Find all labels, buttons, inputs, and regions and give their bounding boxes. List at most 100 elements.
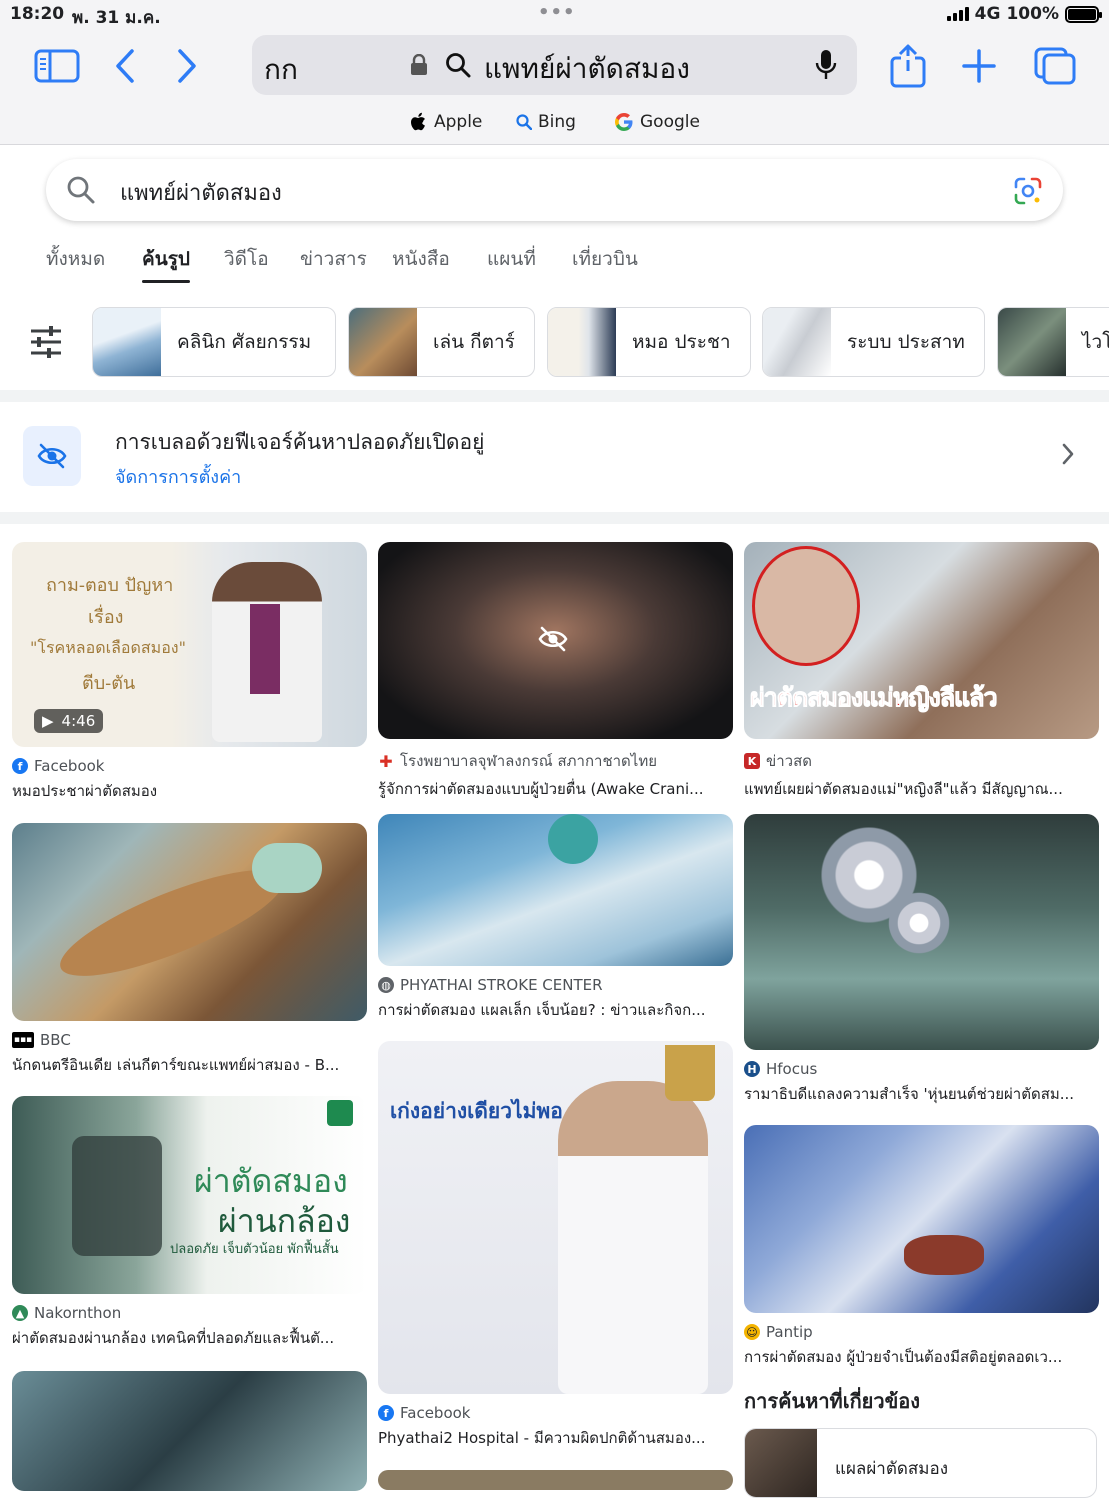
chevron-right-icon[interactable] <box>1061 442 1075 470</box>
tab-all[interactable]: ทั้งหมด <box>46 244 105 274</box>
result-thumbnail[interactable] <box>378 1470 733 1490</box>
text-size-button[interactable]: กก <box>264 48 298 92</box>
tab-books[interactable]: หนังสือ <box>392 244 450 274</box>
url-text[interactable]: แพทย์ผ่าตัดสมอง <box>484 47 690 91</box>
image-result[interactable]: ☺ Pantip การผ่าตัดสมอง ผู้ป่วยจำเป็นต้องม… <box>744 1125 1099 1369</box>
image-result[interactable]: ผ่าตัดสมองแม่หญิงลีแล้ว K ข่าวสด แพทย์เผย… <box>744 542 1099 801</box>
image-result[interactable] <box>378 1470 733 1490</box>
image-result[interactable] <box>12 1371 367 1491</box>
manage-settings-link[interactable]: จัดการการตั้งค่า <box>115 462 241 491</box>
result-title[interactable]: รามาธิบดีแถลงความสำเร็จ 'หุ่นยนต์ช่วยผ่า… <box>744 1082 1099 1106</box>
forward-icon[interactable] <box>174 46 200 86</box>
tabs-overview-icon[interactable] <box>1032 46 1078 86</box>
result-thumbnail[interactable] <box>378 814 733 966</box>
chip-guitar[interactable]: เล่น กีตาร์ <box>348 307 535 377</box>
violin-shape <box>904 1235 984 1275</box>
hfocus-icon: H <box>744 1061 760 1077</box>
related-searches-heading: การค้นหาที่เกี่ยวข้อง <box>744 1389 921 1413</box>
overlay-line: เรื่อง <box>88 607 124 628</box>
bookmark-apple[interactable]: Apple <box>410 112 482 132</box>
chip-doctor-pracha[interactable]: หมอ ประชา <box>547 307 751 377</box>
share-icon[interactable] <box>888 44 928 88</box>
google-lens-icon[interactable] <box>1013 176 1043 210</box>
result-title[interactable]: การผ่าตัดสมอง ผู้ป่วยจำเป็นต้องมีสติอยู่… <box>744 1345 1099 1369</box>
safesearch-notice[interactable]: การเบลอด้วยฟีเจอร์ค้นหาปลอดภัยเปิดอยู่ จ… <box>0 402 1109 512</box>
chip-thumbnail <box>998 308 1066 376</box>
chip-thumbnail <box>93 308 161 376</box>
result-title[interactable]: นักดนตรีอินเดีย เล่นกีตาร์ขณะแพทย์ผ่าสมอ… <box>12 1053 367 1077</box>
google-logo-icon <box>615 113 633 131</box>
search-icon[interactable] <box>66 175 96 209</box>
result-title[interactable]: แพทย์เผยผ่าตัดสมองแม่"หญิงลี"แล้ว มีสัญญ… <box>744 777 1099 801</box>
bookmark-google[interactable]: Google <box>614 112 700 132</box>
chip-label: ระบบ ประสาท <box>847 331 965 353</box>
result-title[interactable]: รู้จักการผ่าตัดสมองแบบผู้ป่วยตื่น (Awake… <box>378 777 733 801</box>
result-thumbnail[interactable] <box>12 823 367 1021</box>
microphone-icon[interactable] <box>814 48 838 86</box>
bookmark-label: Apple <box>434 112 483 132</box>
blurred-eye-off-icon <box>538 626 568 656</box>
result-source: ข่าวสด <box>766 752 812 770</box>
surgical-light-shape <box>884 888 954 958</box>
multitasking-dots-icon[interactable]: ••• <box>538 2 576 23</box>
result-thumbnail[interactable]: ผ่าตัดสมองแม่หญิงลีแล้ว <box>744 542 1099 739</box>
result-thumbnail[interactable]: เก่งอย่างเดียวไม่พอ <box>378 1041 733 1394</box>
image-result[interactable]: ▪▪▪ BBC นักดนตรีอินเดีย เล่นกีตาร์ขณะแพทย… <box>12 823 367 1077</box>
image-result[interactable]: ถาม-ตอบ ปัญหา เรื่อง "โรคหลอดเลือดสมอง" … <box>12 542 367 803</box>
back-icon[interactable] <box>112 46 138 86</box>
tab-flights[interactable]: เที่ยวบิน <box>572 244 638 274</box>
search-box[interactable]: แพทย์ผ่าตัดสมอง <box>46 159 1063 221</box>
chip-clinic[interactable]: คลินิก ศัลยกรรม <box>92 307 336 377</box>
address-bar[interactable]: กก แพทย์ผ่าตัดสมอง <box>252 35 857 95</box>
divider <box>0 512 1109 524</box>
result-source: โรงพยาบาลจุฬาลงกรณ์ สภากาชาดไทย <box>400 752 658 770</box>
overlay-line: ผ่าตัดสมองแม่หญิงลีแล้ว <box>750 683 998 713</box>
result-thumbnail[interactable] <box>12 1371 367 1491</box>
tie-shape <box>250 604 280 694</box>
filter-chips: คลินิก ศัลยกรรม เล่น กีตาร์ หมอ ประชา ระ… <box>0 307 1109 377</box>
result-thumbnail[interactable]: ผ่าตัดสมอง ผ่านกล้อง ปลอดภัย เจ็บตัวน้อย… <box>12 1096 367 1294</box>
result-thumbnail[interactable] <box>744 814 1099 1050</box>
image-result[interactable]: เก่งอย่างเดียวไม่พอ f Facebook Phyathai2 … <box>378 1041 733 1450</box>
doctor-figure <box>558 1081 708 1394</box>
tab-maps[interactable]: แผนที่ <box>487 244 536 274</box>
tab-videos[interactable]: วิดีโอ <box>224 244 269 274</box>
bookmark-label: Bing <box>538 112 576 132</box>
battery-label: 100% <box>1006 4 1059 24</box>
chip-thumbnail <box>548 308 616 376</box>
overlay-line: เก่งอย่างเดียวไม่พอ <box>390 1099 563 1123</box>
microscope-shape <box>72 1136 162 1256</box>
chip-thumbnail <box>349 308 417 376</box>
chip-violin[interactable]: ไวโอ <box>997 307 1109 377</box>
image-result[interactable]: ✚ โรงพยาบาลจุฬาลงกรณ์ สภากาชาดไทย รู้จักก… <box>378 542 733 801</box>
new-tab-icon[interactable] <box>960 46 998 86</box>
image-result[interactable]: ผ่าตัดสมอง ผ่านกล้อง ปลอดภัย เจ็บตัวน้อย… <box>12 1096 367 1350</box>
bookmark-bing[interactable]: Bing <box>516 112 576 132</box>
bookmark-label: Google <box>640 112 700 132</box>
sidebar-icon[interactable] <box>33 46 81 86</box>
result-thumbnail[interactable]: ถาม-ตอบ ปัญหา เรื่อง "โรคหลอดเลือดสมอง" … <box>12 542 367 747</box>
divider <box>0 390 1109 402</box>
result-thumbnail[interactable] <box>744 1125 1099 1313</box>
status-time: 18:20 <box>10 4 65 24</box>
search-tabs: ทั้งหมด ค้นรูป วิดีโอ ข่าวสาร หนังสือ แผ… <box>0 240 1109 283</box>
tune-filter-icon[interactable] <box>28 325 64 363</box>
battery-icon <box>1065 5 1102 23</box>
play-icon: ▶ <box>42 712 54 730</box>
image-result[interactable]: ◍ PHYATHAI STROKE CENTER การผ่าตัดสมอง แผ… <box>378 814 733 1022</box>
safesearch-title: การเบลอด้วยฟีเจอร์ค้นหาปลอดภัยเปิดอยู่ <box>115 430 485 454</box>
image-result[interactable]: H Hfocus รามาธิบดีแถลงความสำเร็จ 'หุ่นยนต… <box>744 814 1099 1106</box>
result-title[interactable]: หมอประชาผ่าตัดสมอง <box>12 779 367 803</box>
result-title[interactable]: การผ่าตัดสมอง แผลเล็ก เจ็บน้อย? : ข่าวแล… <box>378 998 733 1022</box>
chip-nervous-system[interactable]: ระบบ ประสาท <box>762 307 985 377</box>
video-duration-badge: ▶ 4:46 <box>34 709 104 733</box>
tab-news[interactable]: ข่าวสาร <box>300 244 367 274</box>
related-search-item[interactable]: แผลผ่าตัดสมอง <box>744 1428 1097 1498</box>
result-title[interactable]: Phyathai2 Hospital - มีความผิดปกติด้านสม… <box>378 1426 733 1450</box>
pantip-icon: ☺ <box>744 1324 760 1340</box>
result-thumbnail-blurred[interactable] <box>378 542 733 739</box>
result-title[interactable]: ผ่าตัดสมองผ่านกล้อง เทคนิคที่ปลอดภัยและฟ… <box>12 1326 367 1350</box>
search-query[interactable]: แพทย์ผ่าตัดสมอง <box>120 175 282 210</box>
tab-images[interactable]: ค้นรูป <box>142 244 190 283</box>
network-label: 4G <box>974 4 1001 24</box>
